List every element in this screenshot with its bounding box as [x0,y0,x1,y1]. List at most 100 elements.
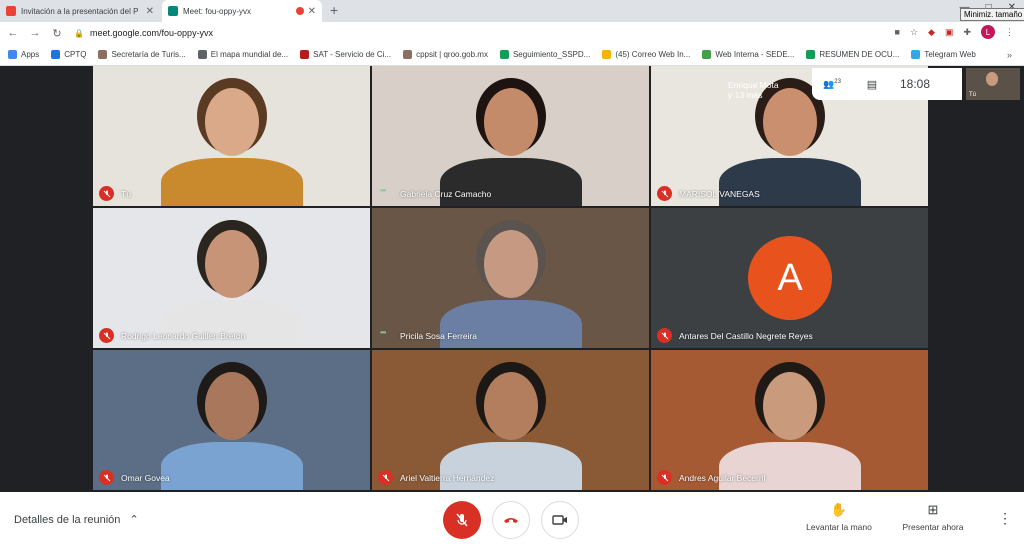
gmail-favicon-icon [6,6,16,16]
participant-face [484,88,538,156]
browser-toolbar: ← → ↻ 🔒 meet.google.com/fou-oppy-yvx ■ ☆… [0,22,1024,44]
present-now-button[interactable]: ⊞ Presentar ahora [888,502,978,532]
participant-body [161,442,303,490]
chevron-up-icon: ⌃ [129,514,139,526]
participant-name: Andres Aguilar Becerril [679,473,766,483]
more-options-icon[interactable]: ⋮ [998,510,1012,527]
profile-avatar[interactable]: L [981,25,995,39]
mic-toggle-button[interactable] [443,501,481,539]
participant-name: Pricila Sosa Ferreira [400,331,477,341]
leave-call-button[interactable] [492,501,530,539]
video-tile[interactable]: Omar Govea [93,350,370,490]
bookmark-label: RESUMEN DE OCU... [819,50,900,59]
bookmark-item[interactable]: (45) Correo Web In... [602,50,690,59]
participant-face [205,372,259,440]
tab-meet[interactable]: Meet: fou-oppy-yvx ✕ [162,0,322,22]
participant-face [205,88,259,156]
self-view-label: Tú [969,92,977,98]
video-camera-icon [552,515,567,525]
hang-up-icon [504,518,518,523]
mic-muted-icon [99,328,114,343]
participant-name: Ariel Valtierra Hernández [400,473,495,483]
browser-chrome: Invitación a la presentación del P ✕ Mee… [0,0,1024,66]
chat-icon[interactable]: ▤ [852,78,892,91]
bookmark-item[interactable]: SAT - Servicio de Ci... [300,50,391,59]
bookmark-item[interactable]: CPTQ [51,50,86,59]
bookmark-label: El mapa mundial de... [210,50,289,59]
extensions-puzzle-icon[interactable]: ✚ [963,27,971,38]
video-tile[interactable]: ••• Gabriela Cruz Camacho [372,66,649,206]
participant-name: MARISOL VANEGAS [679,189,760,199]
bookmark-label: SAT - Servicio de Ci... [313,50,392,59]
self-view-face [986,72,998,86]
present-screen-icon: ⊞ [927,502,939,517]
bookmark-favicon-icon [806,50,816,59]
meeting-details-label: Detalles de la reunión [14,514,121,526]
bookmark-label: CPTQ [64,50,87,59]
mic-muted-icon [657,186,672,201]
presenter-label: Enrique Mota y 13 más [728,80,779,100]
mic-muted-icon [657,328,672,343]
meeting-details-button[interactable]: Detalles de la reunión ⌃ [14,513,139,526]
camera-permission-icon[interactable]: ■ [895,27,900,37]
tab-close-icon[interactable]: ✕ [308,6,316,17]
extension-shield-icon[interactable]: ◆ [928,27,935,38]
video-tile[interactable]: Rodrigo Leonardo Guillen Breton [93,208,370,348]
bookmarks-overflow-icon[interactable]: » [1007,50,1012,60]
bookmark-item[interactable]: Seguimiento_SSPD... [499,50,591,59]
new-tab-button[interactable]: + [330,2,338,18]
tab-invitation[interactable]: Invitación a la presentación del P ✕ [0,0,160,22]
bookmark-item[interactable]: Apps [8,50,39,59]
extension-icon[interactable]: ▣ [945,27,954,38]
camera-toggle-button[interactable] [541,501,579,539]
bookmark-favicon-icon [98,50,108,59]
bookmark-item[interactable]: Web Interna - SEDE... [702,50,794,59]
browser-menu-icon[interactable]: ⋮ [1005,27,1014,38]
bookmark-favicon-icon [403,50,413,59]
video-tile[interactable]: Andres Aguilar Becerril [651,350,928,490]
bookmark-item[interactable]: RESUMEN DE OCU... [806,50,899,59]
speaking-indicator-icon: ••• [380,186,386,195]
address-bar[interactable]: 🔒 meet.google.com/fou-oppy-yvx [74,25,874,41]
participant-name: Rodrigo Leonardo Guillen Breton [121,331,246,341]
self-view-thumbnail[interactable]: Tú [966,68,1020,100]
video-tile[interactable]: Tú [93,66,370,206]
meeting-info-panel: 👥23 ▤ 18:08 [812,68,962,100]
toolbar-icons: ■ ☆ ◆ ▣ ✚ L ⋮ [895,25,1014,39]
meeting-stage: Andres Aguilar Becerril Ariel Valtierra H… [0,66,1024,492]
video-tile[interactable]: A Antares Del Castillo Negrete Reyes [651,208,928,348]
bookmark-label: Web Interna - SEDE... [715,50,795,59]
participant-face [484,230,538,298]
mic-off-icon [456,513,468,527]
tab-close-icon[interactable]: ✕ [146,6,154,17]
bookmark-item[interactable]: Telegram Web [911,50,976,59]
bookmark-item[interactable]: El mapa mundial de... [197,50,289,59]
participant-face [484,372,538,440]
reload-icon[interactable]: ↻ [48,27,66,40]
video-tile[interactable]: Ariel Valtierra Hernández [372,350,649,490]
raise-hand-button[interactable]: ✋ Levantar la mano [794,502,884,532]
bookmark-label: Seguimiento_SSPD... [512,50,591,59]
meeting-clock: 18:08 [900,77,931,91]
video-tile[interactable]: ••• Pricila Sosa Ferreira [372,208,649,348]
mic-muted-icon [99,186,114,201]
participant-name: Omar Govea [121,473,170,483]
minimize-tooltip: Minimiz. tamaño [960,8,1024,21]
forward-icon[interactable]: → [26,27,44,39]
speaking-indicator-icon: ••• [380,328,386,337]
meet-favicon-icon [168,6,178,16]
bookmark-favicon-icon [702,50,712,59]
back-icon[interactable]: ← [4,27,22,39]
bookmark-favicon-icon [51,50,61,59]
bottom-control-bar: Detalles de la reunión ⌃ ✋ Levantar la m… [0,492,1024,550]
participant-body [161,158,303,206]
participant-name: Antares Del Castillo Negrete Reyes [679,331,813,341]
lock-icon[interactable]: 🔒 [74,29,84,38]
url-text: meet.google.com/fou-oppy-yvx [90,28,214,38]
bookmark-item[interactable]: cppsit | qroo.gob.mx [403,50,488,59]
people-button[interactable]: 👥23 [812,79,852,90]
bookmark-item[interactable]: Secretaría de Turis... [98,50,186,59]
mic-muted-icon [99,470,114,485]
participant-avatar: A [748,236,832,320]
bookmark-star-icon[interactable]: ☆ [910,27,918,38]
